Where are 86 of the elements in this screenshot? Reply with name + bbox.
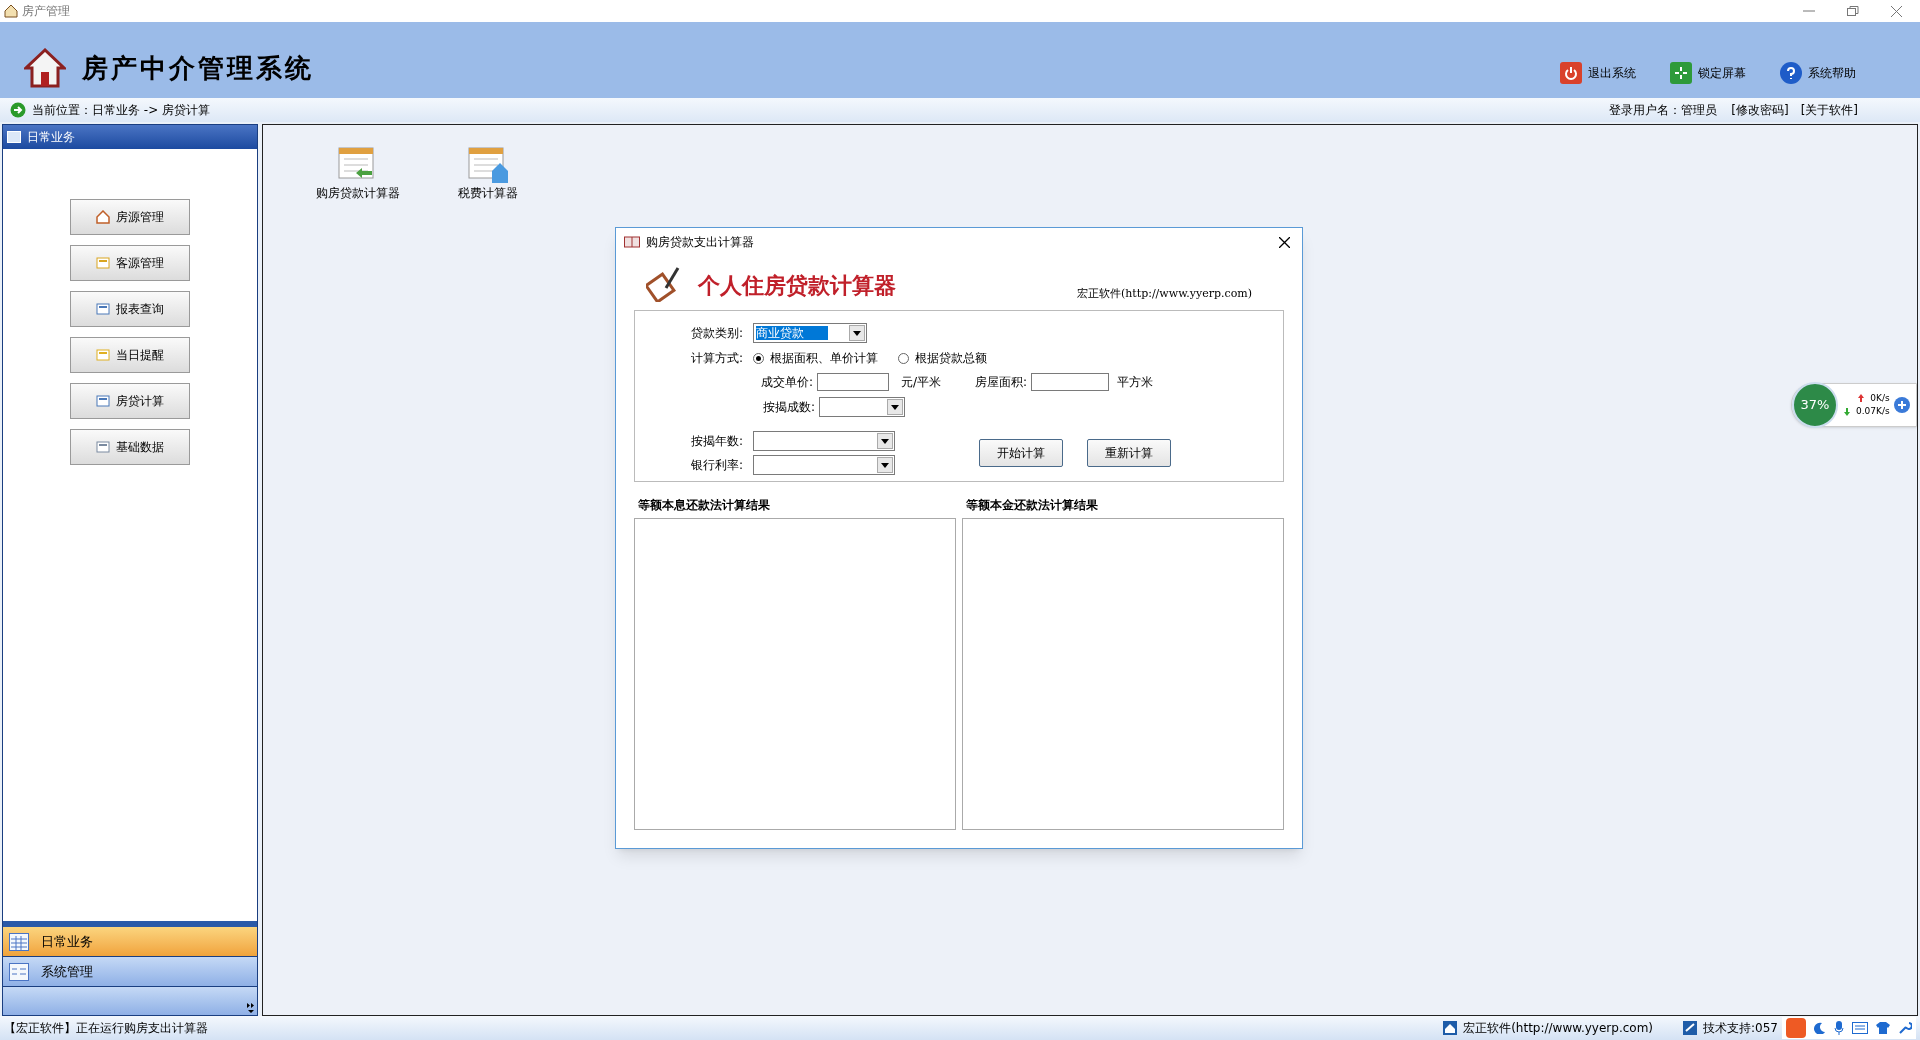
field-label: 按揭成数: — [763, 399, 816, 416]
restore-icon[interactable] — [1847, 6, 1859, 16]
field-label: 按揭年数: — [691, 433, 744, 450]
nav-tab[interactable]: 日常业务 — [3, 927, 257, 957]
window-title: 房产管理 — [22, 3, 71, 20]
header-link[interactable]: [修改密码] — [1731, 101, 1789, 119]
breadcrumb-path: 日常业务 -> 房贷计算 — [92, 102, 210, 119]
sidebar-button[interactable]: 客源管理 — [70, 245, 190, 281]
status-message: 【宏正软件】正在运行购房支出计算器 — [4, 1020, 209, 1037]
upload-speed: 0K/s — [1870, 391, 1890, 405]
field-label: 平方米 — [1117, 374, 1154, 391]
header-button[interactable]: 系统帮助 — [1780, 62, 1856, 88]
results-heading: 等额本金还款法计算结果 — [966, 497, 1099, 514]
status-vendor: 宏正软件(http://www.yyerp.com) — [1463, 1020, 1654, 1037]
field-label: 计算方式: — [691, 350, 744, 367]
field-label: 贷款类别: — [691, 325, 744, 342]
field-label: 成交单价: — [761, 374, 814, 391]
input-method-toolbar[interactable] — [1782, 1017, 1916, 1039]
shortcut-label: 税费计算器 — [458, 187, 518, 200]
field-label: 元/平米 — [901, 374, 942, 391]
field-label: 房屋面积: — [975, 374, 1028, 391]
rate-select[interactable] — [753, 455, 896, 475]
shirt-icon — [1876, 1022, 1890, 1034]
unit-price-field[interactable] — [817, 373, 890, 391]
years-select[interactable] — [753, 431, 896, 451]
shortcut-label: 购房贷款计算器 — [316, 187, 400, 200]
calendar-icon — [7, 131, 21, 143]
arrow-right-icon — [10, 102, 26, 118]
logo-icon — [1786, 1018, 1806, 1038]
desktop-shortcut[interactable]: 购房贷款计算器 — [313, 147, 403, 200]
vendor-text: 宏正软件(http://www.yyerp.com) — [1076, 285, 1252, 302]
area-field[interactable] — [1031, 373, 1110, 391]
keyboard-icon — [1852, 1022, 1868, 1034]
up-arrow-icon — [1858, 394, 1865, 403]
ratio-select[interactable] — [819, 397, 906, 417]
sidebar-title: 日常业务 — [27, 129, 75, 146]
radio-button[interactable] — [753, 352, 765, 364]
header-button[interactable]: 退出系统 — [1560, 62, 1636, 88]
sidebar-button[interactable]: 房贷计算 — [70, 383, 190, 419]
header-link[interactable]: [关于软件] — [1800, 101, 1858, 119]
microphone-icon — [1834, 1021, 1844, 1035]
sidebar-button[interactable]: 报表查询 — [70, 291, 190, 327]
radio-option[interactable]: 根据贷款总额 — [898, 349, 988, 367]
home-icon — [1443, 1021, 1458, 1035]
app-title: 房产中介管理系统 — [82, 52, 314, 85]
calendar-house-icon — [468, 147, 508, 183]
sidebar-button[interactable]: 基础数据 — [70, 429, 190, 465]
clipboard-pen-icon — [646, 266, 682, 302]
document-icon — [96, 256, 110, 270]
table-icon — [9, 932, 29, 951]
download-speed: 0.07K/s — [1856, 405, 1890, 418]
selected-option: 商业贷款 — [756, 326, 829, 340]
header-button[interactable]: 锁定屏幕 — [1670, 62, 1746, 88]
moon-icon — [1814, 1022, 1826, 1034]
desktop-shortcut[interactable]: 税费计算器 — [443, 147, 533, 200]
down-arrow-icon — [1844, 407, 1850, 416]
action-button[interactable]: 开始计算 — [979, 439, 1064, 467]
status-support: 技术支持:057 — [1703, 1020, 1778, 1037]
help-icon — [1780, 62, 1802, 84]
dialog-title: 购房贷款支出计算器 — [646, 234, 755, 251]
nav-tab[interactable]: 系统管理 — [3, 957, 257, 987]
document-icon — [96, 302, 110, 316]
field-label: 银行利率: — [691, 457, 744, 474]
panel-icon — [9, 962, 29, 981]
power-icon — [1560, 62, 1582, 84]
plus-icon[interactable] — [1893, 397, 1910, 413]
banner-title: 个人住房贷款计算器 — [698, 272, 896, 300]
document-icon — [96, 348, 110, 362]
overflow-chevron-icon[interactable] — [247, 1003, 255, 1013]
house-icon — [4, 4, 18, 18]
close-icon[interactable] — [1279, 236, 1290, 248]
action-button[interactable]: 重新计算 — [1087, 439, 1172, 467]
radio-button[interactable] — [898, 352, 910, 364]
results-heading: 等额本息还款法计算结果 — [638, 497, 771, 514]
document-icon — [96, 394, 110, 408]
house-logo-icon — [24, 48, 66, 88]
radio-option[interactable]: 根据面积、单价计算 — [753, 349, 879, 367]
breadcrumb-label: 当前位置： — [32, 102, 92, 119]
user-label: 登录用户名： — [1609, 102, 1682, 119]
book-icon — [624, 236, 640, 248]
document-icon — [96, 440, 110, 454]
house-icon — [96, 210, 110, 224]
sidebar-button[interactable]: 当日提醒 — [70, 337, 190, 373]
loan-type-select[interactable]: 商业贷款 — [753, 323, 868, 343]
user-name: 管理员 — [1681, 102, 1718, 119]
sidebar-button[interactable]: 房源管理 — [70, 199, 190, 235]
